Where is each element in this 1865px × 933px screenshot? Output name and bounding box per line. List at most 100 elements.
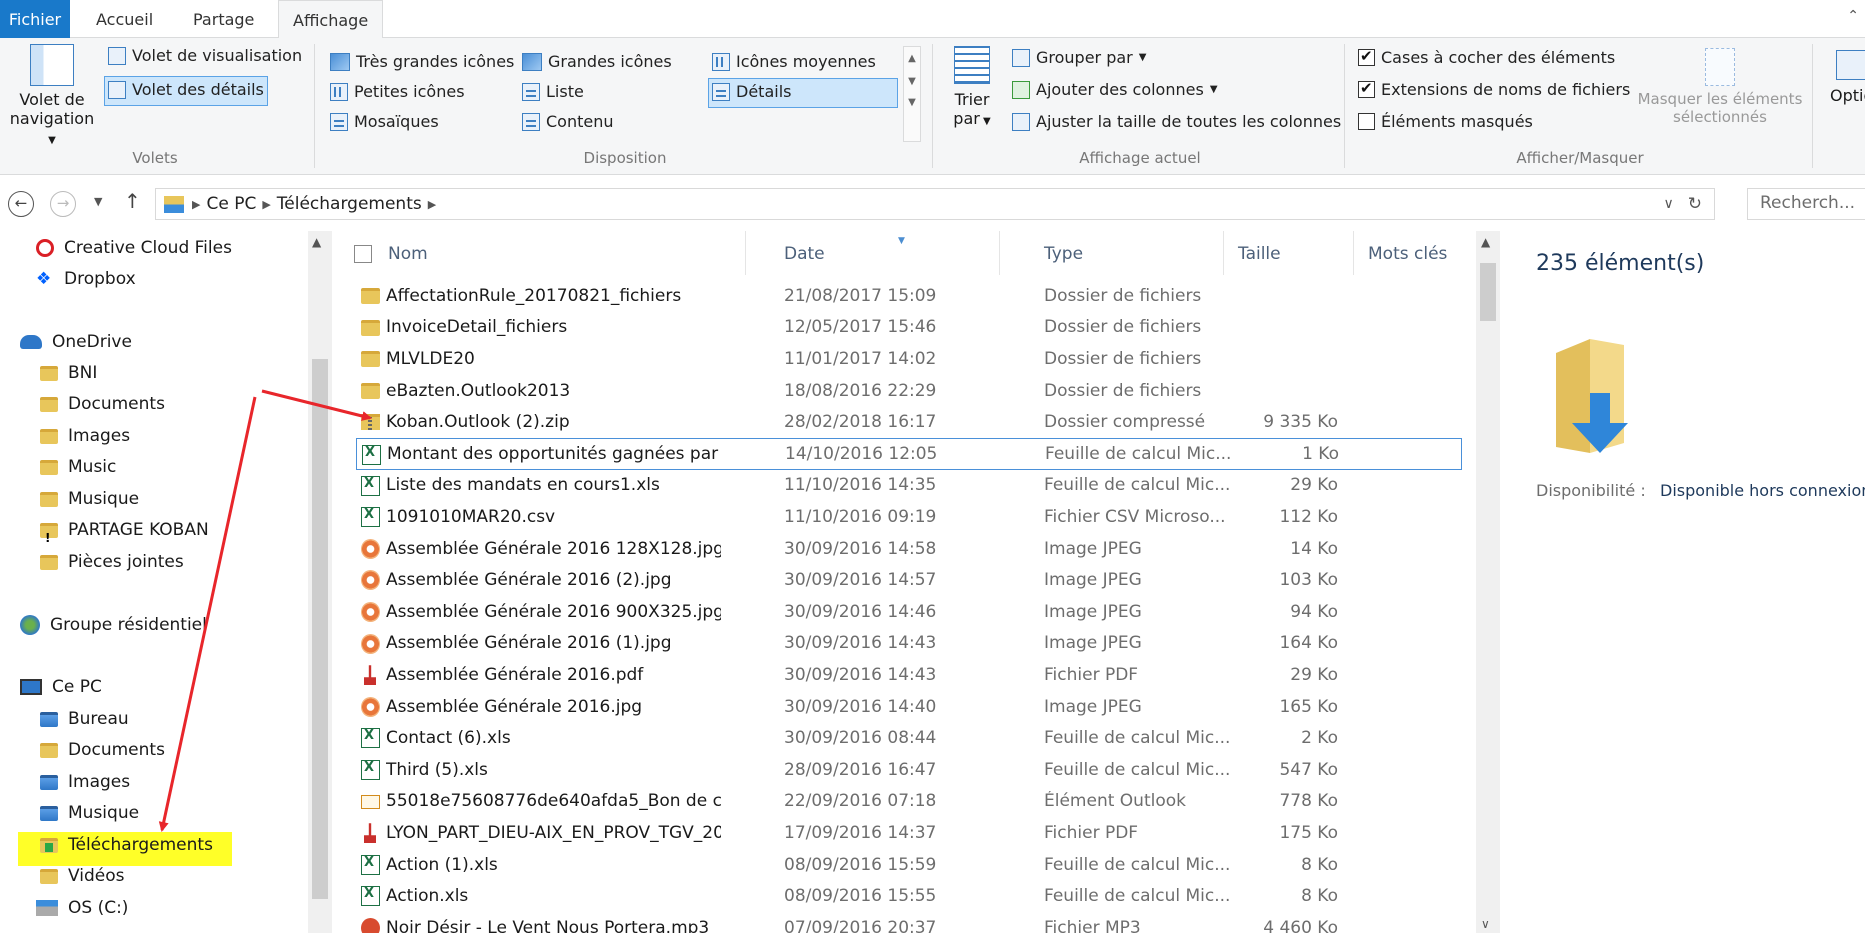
nav-item-ce-pc[interactable]: Ce PC: [20, 672, 102, 702]
table-row[interactable]: 55018e75608776de640afda5_Bon de com... 22…: [356, 786, 1462, 818]
table-row[interactable]: AffectationRule_20170821_fichiers 21/08/2…: [356, 280, 1462, 312]
tiles-view-button[interactable]: Mosaïques: [330, 112, 439, 131]
search-input[interactable]: Recherch...: [1747, 188, 1865, 220]
nav-item-groupe-r-sidentiel[interactable]: Groupe résidentiel: [20, 610, 207, 640]
table-row[interactable]: LYON_PART_DIEU-AIX_EN_PROV_TGV_20-... 17/…: [356, 817, 1462, 849]
table-row[interactable]: Montant des opportunités gagnées par ty.…: [356, 438, 1462, 470]
nav-item-creative-cloud-files[interactable]: Creative Cloud Files: [36, 233, 232, 263]
table-row[interactable]: Noir Désir - Le Vent Nous Portera.mp3 07/…: [356, 912, 1462, 933]
options-button[interactable]: Optio: [1822, 50, 1865, 105]
column-header-type[interactable]: Type: [1036, 231, 1224, 275]
table-row[interactable]: Assemblée Générale 2016 900X325.jpg 30/09…: [356, 596, 1462, 628]
table-row[interactable]: Assemblée Générale 2016.pdf 30/09/2016 14…: [356, 659, 1462, 691]
item-checkboxes-toggle[interactable]: Cases à cocher des éléments: [1358, 47, 1615, 67]
table-row[interactable]: Assemblée Générale 2016.jpg 30/09/2016 14…: [356, 691, 1462, 723]
table-row[interactable]: eBazten.Outlook2013 18/08/2016 22:29 Dossi…: [356, 375, 1462, 407]
nav-item-t-l-chargements[interactable]: Téléchargements: [40, 830, 213, 860]
add-columns-button[interactable]: Ajouter des colonnes ▼: [1012, 80, 1218, 99]
nav-item-pi-ces-jointes[interactable]: Pièces jointes: [40, 547, 184, 577]
navigation-pane-button[interactable]: Volet de navigation ▼: [4, 44, 100, 146]
hide-selected-label-2: sélectionnés: [1673, 108, 1767, 126]
table-row[interactable]: Liste des mandats en cours1.xls 11/10/201…: [356, 470, 1462, 502]
gallery-more-icon[interactable]: ▼: [904, 97, 920, 108]
chevron-right-icon[interactable]: ▶: [262, 198, 270, 211]
nav-item-documents[interactable]: Documents: [40, 389, 165, 419]
file-list-scrollbar[interactable]: ▲ ∨: [1476, 231, 1500, 933]
sort-by-button[interactable]: Trier par ▼: [946, 46, 998, 144]
table-row[interactable]: Contact (6).xls 30/09/2016 08:44 Feuille d…: [356, 722, 1462, 754]
nav-item-bni[interactable]: BNI: [40, 358, 97, 388]
chevron-down-icon[interactable]: ▼: [904, 76, 920, 87]
preview-pane-button[interactable]: Volet de visualisation: [108, 46, 302, 65]
table-row[interactable]: Assemblée Générale 2016 (1).jpg 30/09/201…: [356, 628, 1462, 660]
chevron-right-icon[interactable]: ▶: [428, 198, 436, 211]
item-checkboxes-checkbox[interactable]: [1358, 47, 1375, 66]
select-all-checkbox[interactable]: [354, 245, 372, 263]
file-extensions-toggle[interactable]: Extensions de noms de fichiers: [1358, 79, 1630, 99]
table-row[interactable]: Assemblée Générale 2016 (2).jpg 30/09/201…: [356, 564, 1462, 596]
file-list-scroll-thumb[interactable]: [1480, 263, 1496, 321]
refresh-icon[interactable]: ↻: [1688, 194, 1702, 214]
up-arrow-icon[interactable]: ↑: [124, 189, 141, 213]
tab-view[interactable]: Affichage: [278, 0, 384, 39]
layout-gallery-scroll[interactable]: ▲ ▼ ▼: [903, 46, 921, 142]
add-columns-label: Ajouter des colonnes: [1036, 80, 1204, 99]
medium-icons-button[interactable]: Icônes moyennes: [712, 52, 876, 71]
nav-item-images[interactable]: Images: [40, 421, 130, 451]
table-row[interactable]: Action (1).xls 08/09/2016 15:59 Feuille de…: [356, 849, 1462, 881]
list-view-button[interactable]: Liste: [522, 82, 584, 101]
hidden-items-checkbox[interactable]: [1358, 113, 1375, 130]
address-history-chevron-icon[interactable]: ∨: [1664, 196, 1674, 212]
group-by-button[interactable]: Grouper par ▼: [1012, 48, 1146, 67]
nav-item-bureau[interactable]: Bureau: [40, 704, 129, 734]
details-view-button[interactable]: Détails: [712, 82, 791, 101]
address-field[interactable]: ▶ Ce PC ▶ Téléchargements ▶ ∨ ↻: [155, 188, 1715, 220]
nav-item-dropbox[interactable]: ❖ Dropbox: [36, 264, 136, 294]
back-button[interactable]: ←: [8, 191, 34, 217]
column-header-date[interactable]: Date: [776, 231, 1000, 275]
table-row[interactable]: MLVLDE20 11/01/2017 14:02 Dossier de fichi…: [356, 343, 1462, 375]
nav-item-os-c[interactable]: OS (C:): [36, 893, 128, 923]
content-view-button[interactable]: Contenu: [522, 112, 614, 131]
scroll-up-icon[interactable]: ▲: [1481, 235, 1490, 249]
details-pane-button[interactable]: Volet des détails: [108, 80, 264, 99]
table-row[interactable]: Action.xls 08/09/2016 15:55 Feuille de cal…: [356, 880, 1462, 912]
nav-item-musique[interactable]: Musique: [40, 798, 139, 828]
nav-item-music[interactable]: Music: [40, 452, 116, 482]
column-header-tags[interactable]: Mots clés: [1360, 231, 1472, 275]
hide-selected-button[interactable]: Masquer les éléments sélectionnés: [1632, 48, 1808, 126]
zip-file-row[interactable]: Koban.Outlook (2).zip 28/02/2018 16:17 Dos…: [356, 406, 1462, 438]
fit-columns-button[interactable]: Ajuster la taille de toutes les colonnes: [1012, 112, 1341, 131]
table-row[interactable]: Assemblée Générale 2016 128X128.jpg 30/09…: [356, 533, 1462, 565]
column-header-name[interactable]: Nom: [380, 231, 746, 275]
file-extensions-checkbox[interactable]: [1358, 79, 1375, 98]
nav-pane-scroll-thumb[interactable]: [312, 359, 328, 899]
nav-item-documents[interactable]: Documents: [40, 735, 165, 765]
breadcrumb-downloads[interactable]: Téléchargements: [277, 194, 422, 214]
nav-item-images[interactable]: Images: [40, 767, 130, 797]
tab-file[interactable]: Fichier: [0, 0, 70, 38]
small-icons-button[interactable]: Petites icônes: [330, 82, 465, 101]
chevron-up-icon[interactable]: ▲: [904, 53, 920, 64]
recent-locations-chevron-icon[interactable]: ▼: [94, 195, 102, 208]
scroll-up-icon[interactable]: ▲: [312, 235, 321, 249]
extra-large-icons-button[interactable]: Très grandes icônes: [330, 52, 514, 71]
breadcrumb-this-pc[interactable]: Ce PC: [206, 194, 256, 214]
collapse-ribbon-chevron-icon[interactable]: ⌃: [1847, 8, 1859, 24]
forward-button[interactable]: →: [50, 191, 76, 217]
table-row[interactable]: Third (5).xls 28/09/2016 16:47 Feuille de …: [356, 754, 1462, 786]
scroll-down-icon[interactable]: ∨: [1481, 917, 1490, 931]
nav-item-onedrive[interactable]: OneDrive: [20, 327, 132, 357]
tab-home[interactable]: Accueil: [82, 0, 167, 38]
table-row[interactable]: InvoiceDetail_fichiers 12/05/2017 15:46 Do…: [356, 312, 1462, 344]
hidden-items-toggle[interactable]: Éléments masqués: [1358, 112, 1533, 131]
nav-pane-scrollbar[interactable]: ▲: [308, 231, 332, 933]
nav-item-partage-koban[interactable]: PARTAGE KOBAN: [40, 515, 209, 553]
nav-item-musique[interactable]: Musique: [40, 484, 139, 514]
large-icons-button[interactable]: Grandes icônes: [522, 52, 672, 71]
column-header-size[interactable]: Taille: [1230, 231, 1354, 275]
nav-item-vid-os[interactable]: Vidéos: [40, 861, 125, 891]
table-row[interactable]: 1091010MAR20.csv 11/10/2016 09:19 Fichier …: [356, 501, 1462, 533]
tab-share[interactable]: Partage: [179, 0, 268, 38]
chevron-right-icon[interactable]: ▶: [192, 198, 200, 211]
